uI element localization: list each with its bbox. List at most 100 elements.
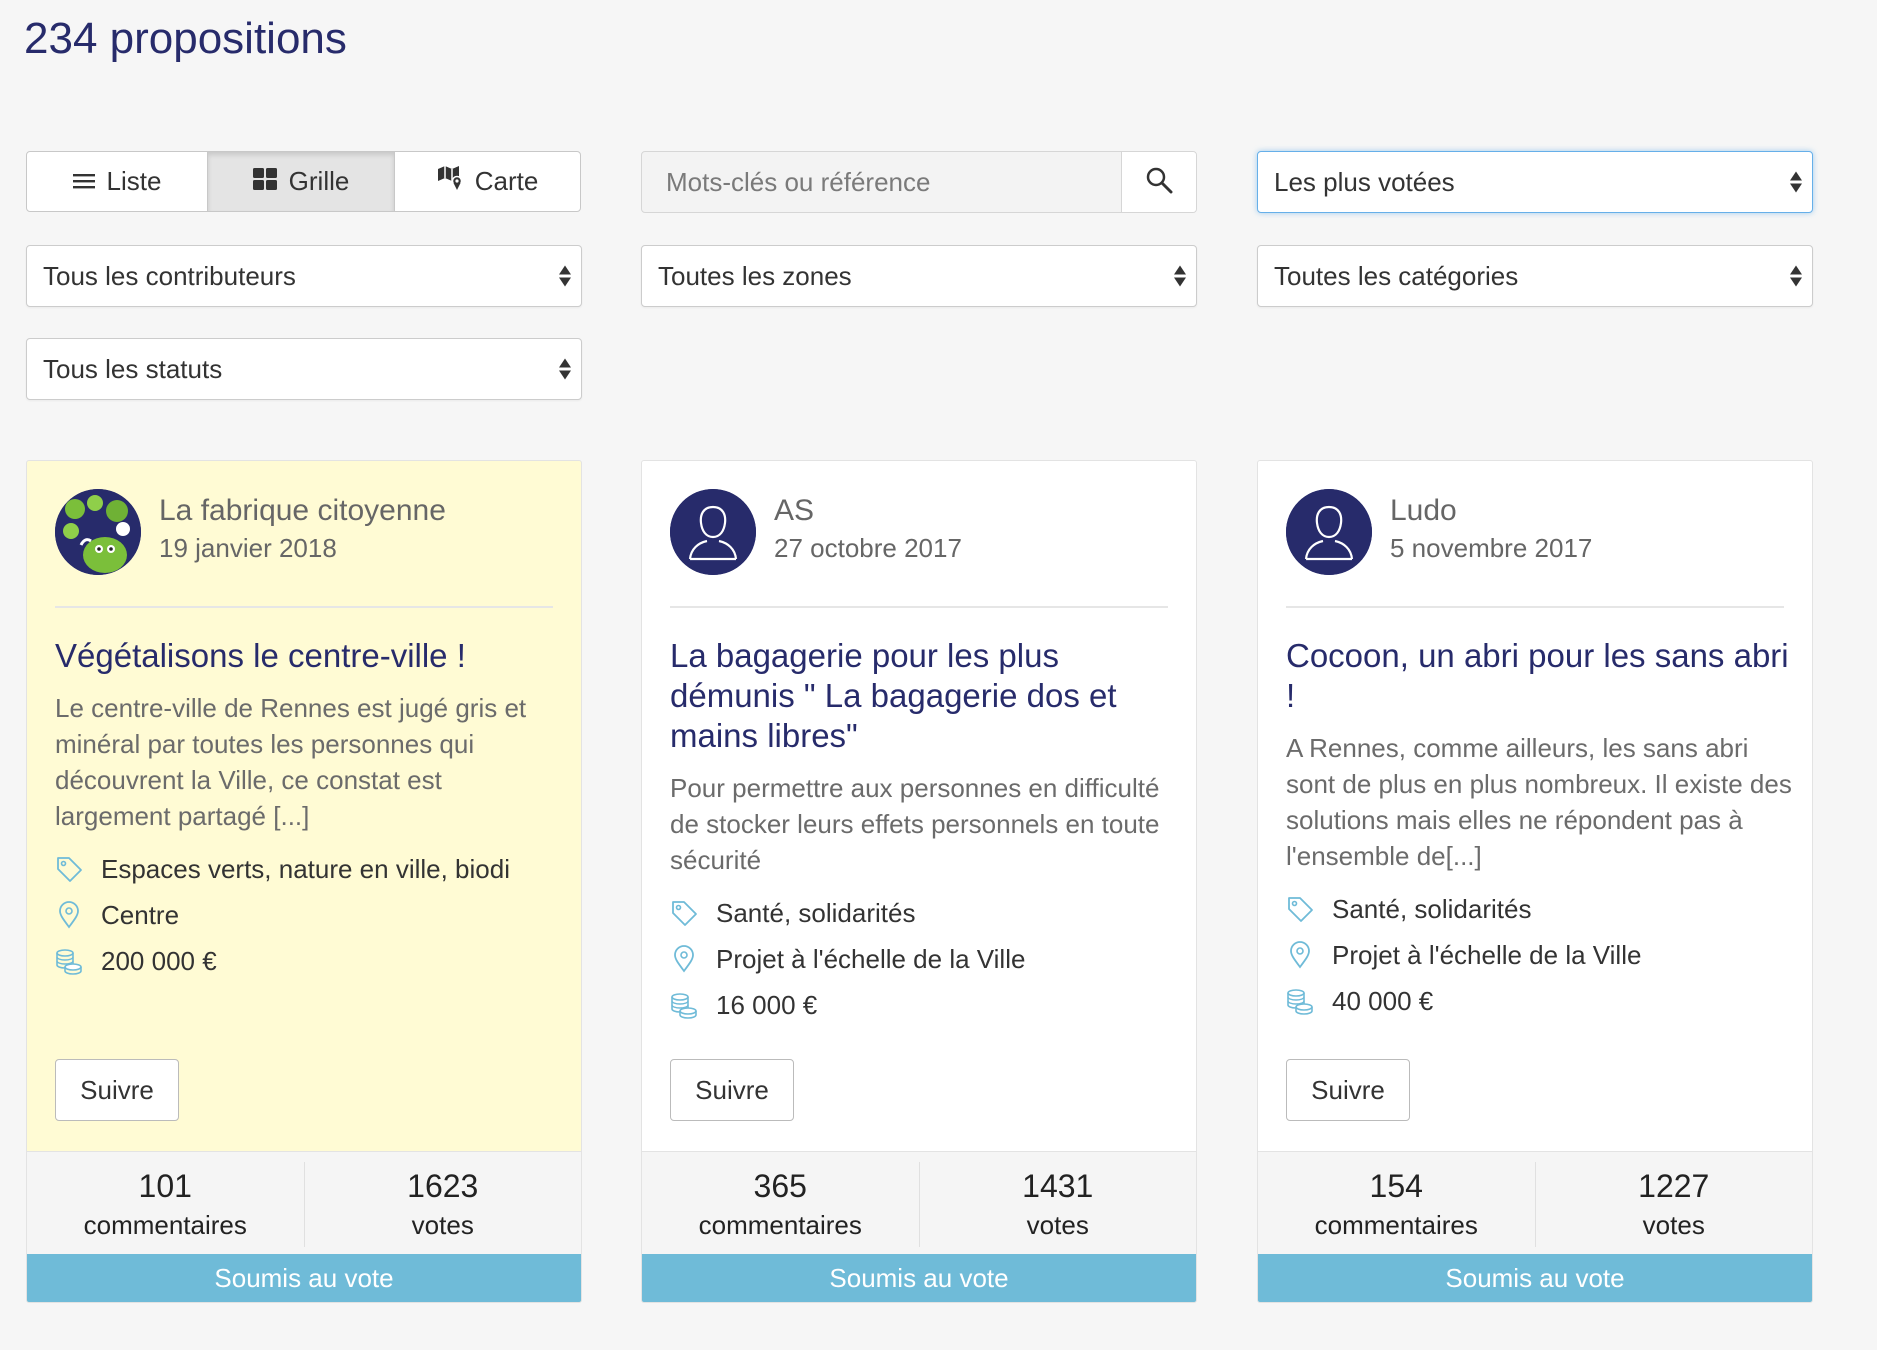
status-badge: Soumis au vote [27,1254,581,1302]
contributors-select[interactable]: Tous les contributeurs [26,245,582,307]
avatar[interactable] [1286,489,1372,575]
proposal-budget: 16 000 € [670,982,1176,1028]
status-badge: Soumis au vote [642,1254,1196,1302]
status-badge: Soumis au vote [1258,1254,1812,1302]
zone-label: Centre [101,899,180,930]
proposal-card: Ludo 5 novembre 2017 Cocoon, un abri pou… [1257,460,1813,1303]
budget-label: 40 000 € [1332,985,1434,1016]
author-name[interactable]: Ludo [1390,493,1592,529]
select-arrows-icon [559,358,571,380]
votes-label: votes [1026,1209,1089,1240]
card-author: La fabrique citoyenne 19 janvier 2018 [55,489,446,575]
zones-select-value: Toutes les zones [658,260,852,291]
category-label: Santé, solidarités [1332,893,1532,924]
proposal-excerpt: Le centre-ville de Rennes est jugé gris … [55,693,527,831]
view-list-button[interactable]: Liste [27,152,208,211]
search-button[interactable] [1121,152,1196,212]
sort-select-value: Les plus votées [1274,166,1455,197]
category-label: Santé, solidarités [716,897,916,928]
comments-label: commentaires [698,1209,862,1240]
comments-label: commentaires [1314,1209,1478,1240]
card-stats: 154 commentaires 1227 votes [1258,1151,1812,1257]
proposal-category: Santé, solidarités [670,890,1176,936]
search-box [641,151,1197,213]
tag-icon [55,855,83,883]
user-silhouette-icon [1286,489,1372,575]
budget-label: 200 000 € [101,945,217,976]
comments-label: commentaires [83,1209,247,1240]
search-input[interactable] [642,152,1121,212]
proposal-card: La fabrique citoyenne 19 janvier 2018 Vé… [26,460,582,1303]
divider [55,606,553,608]
author-name[interactable]: La fabrique citoyenne [159,493,446,529]
categories-select[interactable]: Toutes les catégories [1257,245,1813,307]
select-arrows-icon [559,265,571,287]
comments-count[interactable]: 365 commentaires [642,1152,919,1257]
select-arrows-icon [1174,265,1186,287]
zones-select[interactable]: Toutes les zones [641,245,1197,307]
zone-label: Projet à l'échelle de la Ville [716,943,1026,974]
proposal-excerpt: A Rennes, comme ailleurs, les sans abri … [1286,733,1792,871]
sort-select[interactable]: Les plus votées [1257,151,1813,213]
list-icon [72,166,95,197]
card-author: Ludo 5 novembre 2017 [1286,489,1592,575]
proposal-date: 27 octobre 2017 [774,533,962,563]
proposal-zone: Projet à l'échelle de la Ville [1286,932,1792,978]
budget-label: 16 000 € [716,989,818,1020]
follow-button[interactable]: Suivre [55,1059,179,1121]
proposal-category: Espaces verts, nature en ville, biodi [55,846,561,892]
proposal-date: 5 novembre 2017 [1390,533,1593,563]
user-silhouette-icon [670,489,756,575]
comments-count[interactable]: 101 commentaires [27,1152,304,1257]
comments-number: 365 [753,1167,807,1204]
divider [670,606,1168,608]
location-pin-icon [670,945,698,973]
zone-label: Projet à l'échelle de la Ville [1332,939,1642,970]
view-grid-label: Grille [288,166,350,196]
statuses-select[interactable]: Tous les statuts [26,338,582,400]
contributors-select-value: Tous les contributeurs [43,260,296,291]
proposal-card: AS 27 octobre 2017 La bagagerie pour les… [641,460,1197,1303]
card-stats: 101 commentaires 1623 votes [27,1151,581,1257]
avatar[interactable] [55,489,141,575]
author-name[interactable]: AS [774,493,962,529]
proposal-zone: Projet à l'échelle de la Ville [670,936,1176,982]
comments-count[interactable]: 154 commentaires [1258,1152,1535,1257]
view-grid-button[interactable]: Grille [208,152,395,211]
page-title: 234 propositions [24,14,347,63]
grid-icon [252,166,277,197]
statuses-select-value: Tous les statuts [43,353,223,384]
coins-icon [55,947,83,975]
tag-icon [1286,895,1314,923]
search-icon [1145,166,1173,199]
avatar[interactable] [670,489,756,575]
follow-button[interactable]: Suivre [670,1059,794,1121]
votes-number: 1227 [1638,1167,1710,1204]
divider [1286,606,1784,608]
proposal-title[interactable]: La bagagerie pour les plus démunis " La … [670,636,1176,756]
coins-icon [670,991,698,1019]
comments-number: 154 [1369,1167,1423,1204]
votes-number: 1623 [407,1167,479,1204]
coins-icon [1286,987,1314,1015]
follow-button[interactable]: Suivre [1286,1059,1410,1121]
votes-label: votes [411,1209,474,1240]
categories-select-value: Toutes les catégories [1274,260,1519,291]
view-map-label: Carte [474,166,539,196]
select-arrows-icon [1790,171,1802,193]
proposal-category: Santé, solidarités [1286,886,1792,932]
votes-count: 1623 votes [303,1162,582,1247]
location-pin-icon [1286,941,1314,969]
category-label: Espaces verts, nature en ville, biodi [101,853,510,884]
proposal-budget: 200 000 € [55,938,561,984]
proposal-title[interactable]: Végétalisons le centre-ville ! [55,636,561,676]
proposal-title[interactable]: Cocoon, un abri pour les sans abri ! [1286,636,1792,716]
card-author: AS 27 octobre 2017 [670,489,962,575]
view-list-label: Liste [106,166,162,196]
view-map-button[interactable]: Carte [395,152,580,211]
view-toggle: Liste Grille Carte [26,151,581,212]
votes-count: 1227 votes [1534,1162,1813,1247]
votes-label: votes [1642,1209,1705,1240]
comments-number: 101 [138,1167,192,1204]
tag-icon [670,899,698,927]
